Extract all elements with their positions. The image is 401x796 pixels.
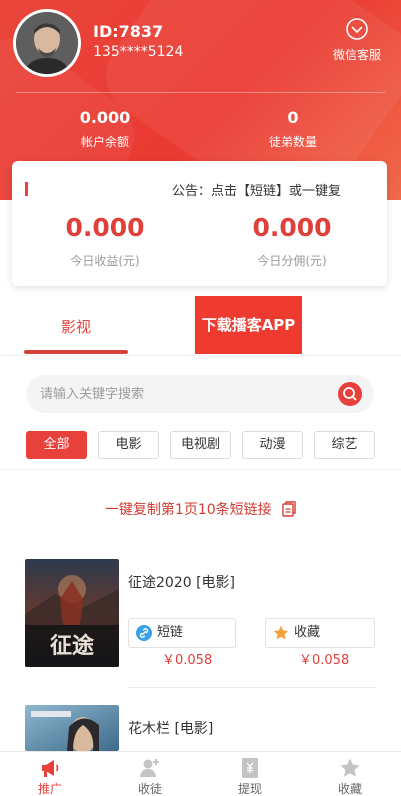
notice-text[interactable]: 公告：点击【短链】或一键复	[172, 180, 341, 199]
section-divider	[0, 469, 401, 470]
collect-price: ￥0.058	[299, 653, 350, 668]
wechat-service-label: 微信客服	[332, 48, 381, 62]
short-link-button[interactable]: 短链 ￥0.058	[128, 618, 236, 668]
category-tv[interactable]: 电视剧	[170, 431, 231, 459]
search-bar	[26, 375, 374, 413]
search-input[interactable]	[40, 375, 330, 413]
nav-recruit[interactable]: 收徒	[100, 752, 200, 796]
category-variety[interactable]: 综艺	[314, 431, 375, 459]
category-all[interactable]: 全部	[26, 431, 87, 459]
star-icon	[273, 625, 289, 640]
movie-poster[interactable]: 征途	[25, 559, 119, 667]
collect-label: 收藏	[294, 625, 321, 640]
search-button[interactable]	[338, 382, 362, 406]
nav-favorites-label: 收藏	[337, 782, 362, 796]
nav-recruit-label: 收徒	[137, 782, 162, 796]
link-icon	[136, 625, 152, 641]
nav-withdraw-label: 提现	[237, 782, 262, 796]
user-id: ID:7837	[93, 22, 164, 41]
short-link-label: 短链	[157, 625, 184, 640]
nav-promote-label: 推广	[37, 782, 62, 796]
balance-value: 0.000	[79, 108, 131, 127]
category-movie[interactable]: 电影	[98, 431, 159, 459]
tab-active-indicator	[24, 350, 128, 354]
download-app-button[interactable]: 下载播客APP	[195, 296, 302, 354]
header-divider	[16, 92, 385, 93]
copy-links-button[interactable]: 一键复制第1页10条短链接	[0, 499, 401, 519]
category-anime[interactable]: 动漫	[242, 431, 303, 459]
chevron-circle-down-icon	[346, 18, 368, 40]
nav-favorites[interactable]: 收藏	[300, 752, 400, 796]
today-commission-label: 今日分佣(元)	[257, 254, 327, 268]
collect-button[interactable]: 收藏 ￥0.058	[265, 618, 375, 668]
today-income: 0.000 今日收益(元)	[30, 213, 180, 269]
poster-title: 征途	[50, 633, 95, 659]
notice-indicator	[25, 182, 28, 196]
disciples-value: 0	[287, 108, 299, 127]
search-icon	[343, 387, 357, 401]
megaphone-icon	[42, 760, 59, 777]
balance-stat: 0.000 帐户余额	[30, 108, 180, 150]
today-income-label: 今日收益(元)	[70, 254, 140, 268]
short-link-price: ￥0.058	[162, 653, 213, 668]
earnings-card: 公告：点击【短链】或一键复 0.000 今日收益(元) 0.000 今日分佣(元…	[12, 161, 387, 286]
user-phone: 135****5124	[93, 44, 184, 60]
nav-withdraw[interactable]: 提现	[200, 752, 300, 796]
disciples-stat[interactable]: 0 徒弟数量	[218, 108, 368, 150]
star-icon	[340, 758, 360, 777]
today-commission: 0.000 今日分佣(元)	[217, 213, 367, 269]
wechat-service-button[interactable]: 微信客服	[327, 17, 387, 63]
today-income-value: 0.000	[65, 213, 145, 242]
item-title: 征途2020 [电影]	[128, 575, 236, 591]
nav-promote[interactable]: 推广	[0, 752, 100, 796]
category-filter: 全部 电影 电视剧 动漫 综艺	[26, 431, 376, 459]
item-divider	[128, 687, 376, 688]
copy-links-label: 一键复制第1页10条短链接	[104, 502, 272, 518]
bottom-nav: 推广 收徒 提现 收藏	[0, 751, 401, 796]
tab-divider	[0, 355, 401, 356]
movie-poster[interactable]	[25, 705, 119, 751]
item-title: 花木栏 [电影]	[128, 721, 214, 737]
today-commission-value: 0.000	[252, 213, 332, 242]
disciples-label: 徒弟数量	[268, 135, 317, 149]
balance-label: 帐户余额	[80, 135, 129, 149]
tab-video[interactable]: 影视	[24, 306, 128, 354]
avatar[interactable]	[13, 9, 81, 77]
add-user-icon	[140, 759, 159, 777]
copy-icon	[282, 501, 296, 517]
wallet-icon	[242, 758, 258, 778]
